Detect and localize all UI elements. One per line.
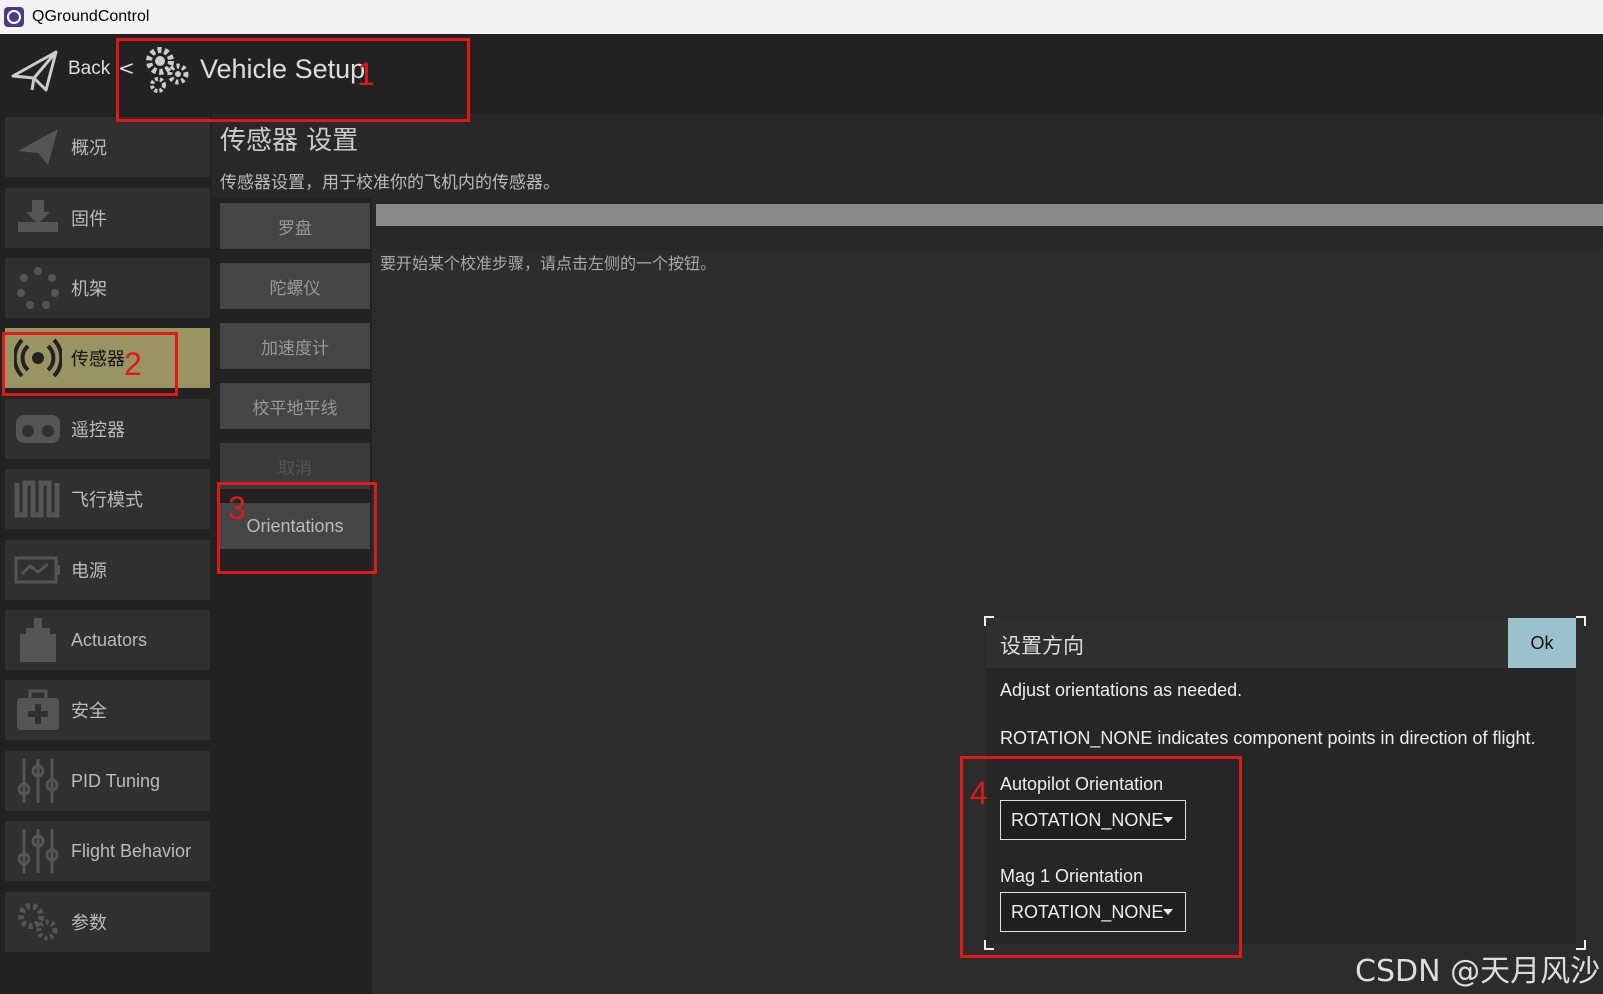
back-button[interactable]: Back <box>68 58 110 80</box>
plane-icon <box>13 122 63 172</box>
window-titlebar: QGroundControl <box>0 0 1603 34</box>
sidebar-item-flight-behavior[interactable]: Flight Behavior <box>5 821 210 881</box>
watermark: CSDN @天月风沙 <box>1355 954 1601 989</box>
back-plane-icon[interactable] <box>10 46 60 96</box>
battery-icon <box>13 545 63 595</box>
actuators-icon <box>13 615 63 665</box>
sidebar-item-radio[interactable]: 遥控器 <box>5 399 210 459</box>
sidebar-item-firmware[interactable]: 固件 <box>5 188 210 248</box>
sidebar-item-label: PID Tuning <box>71 770 161 791</box>
sidebar-item-flight-modes[interactable]: 飞行模式 <box>5 469 210 529</box>
radio-icon <box>13 404 63 454</box>
safety-icon <box>13 685 63 735</box>
sidebar-item-label: 固件 <box>71 209 107 229</box>
accelerometer-calibrate-button[interactable]: 加速度计 <box>220 323 370 369</box>
sliders-icon <box>13 826 63 876</box>
sidebar-item-label: 电源 <box>71 561 107 581</box>
annotation-box-2 <box>2 332 178 396</box>
airframe-icon <box>13 263 63 313</box>
sidebar-item-power[interactable]: 电源 <box>5 540 210 600</box>
sensors-panel-title: 传感器 设置 <box>220 126 359 156</box>
sidebar-item-airframe[interactable]: 机架 <box>5 258 210 318</box>
annotation-number-4: 4 <box>970 775 988 811</box>
qgc-app-icon <box>4 7 24 27</box>
sensors-panel-description: 传感器设置，用于校准你的飞机内的传感器。 <box>220 173 560 193</box>
calibration-button-column <box>212 198 372 994</box>
level-horizon-button[interactable]: 校平地平线 <box>220 383 370 429</box>
sidebar-item-summary[interactable]: 概况 <box>5 117 210 177</box>
gyroscope-calibrate-button[interactable]: 陀螺仪 <box>220 263 370 309</box>
window-title: QGroundControl <box>32 8 150 25</box>
annotation-number-1: 1 <box>357 56 375 92</box>
gears-icon <box>13 897 63 947</box>
sidebar-item-label: 遥控器 <box>71 420 125 440</box>
sidebar-item-label: 安全 <box>71 701 107 721</box>
sidebar-item-label: Actuators <box>71 629 148 650</box>
ok-button[interactable]: Ok <box>1508 618 1576 668</box>
dialog-corner-marker <box>1576 616 1586 626</box>
sliders-icon <box>13 756 63 806</box>
sidebar-item-pid-tuning[interactable]: PID Tuning <box>5 751 210 811</box>
annotation-box-4 <box>960 756 1242 958</box>
dialog-rotation-note: ROTATION_NONE indicates component points… <box>1000 728 1536 748</box>
dialog-corner-marker <box>984 616 994 626</box>
dialog-title: 设置方向 <box>1000 634 1084 658</box>
sidebar-item-label: 参数 <box>71 913 107 933</box>
calibration-instructions: 要开始某个校准步骤，请点击左侧的一个按钮。 <box>380 254 717 273</box>
sidebar-item-actuators[interactable]: Actuators <box>5 610 210 670</box>
flight-modes-icon <box>13 474 63 524</box>
dialog-header: 设置方向 Ok <box>986 618 1576 668</box>
compass-calibrate-button[interactable]: 罗盘 <box>220 203 370 249</box>
annotation-number-3: 3 <box>228 490 246 526</box>
sidebar-item-safety[interactable]: 安全 <box>5 680 210 740</box>
annotation-box-1 <box>116 38 470 122</box>
sidebar-item-label: 飞行模式 <box>71 490 143 510</box>
firmware-download-icon <box>13 193 63 243</box>
calibration-progress-bar <box>376 204 1603 226</box>
sidebar-item-label: 机架 <box>71 279 107 299</box>
dialog-instructions: Adjust orientations as needed. <box>1000 680 1243 700</box>
sidebar-item-parameters[interactable]: 参数 <box>5 892 210 952</box>
annotation-number-2: 2 <box>124 346 142 382</box>
sidebar-item-label: Flight Behavior <box>71 840 192 861</box>
sidebar-item-label: 概况 <box>71 138 107 158</box>
